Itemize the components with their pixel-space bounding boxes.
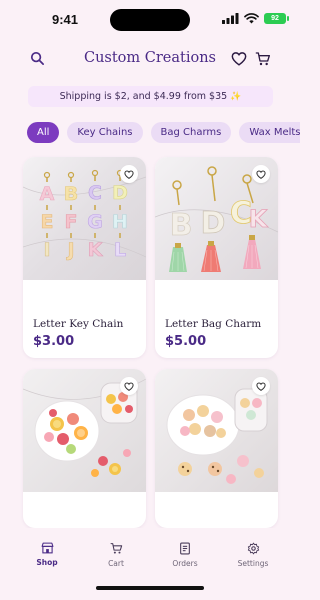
product-card[interactable] bbox=[23, 369, 146, 528]
svg-text:D: D bbox=[201, 206, 226, 241]
product-price: $3.00 bbox=[33, 334, 75, 349]
category-chips: All Key Chains Bag Charms Wax Melts bbox=[27, 122, 300, 143]
shop-icon bbox=[41, 542, 53, 554]
wifi-icon bbox=[244, 13, 259, 24]
svg-text:L: L bbox=[114, 239, 126, 261]
favorite-heart-icon[interactable] bbox=[252, 165, 270, 183]
tab-label: Orders bbox=[172, 559, 198, 568]
chip-all[interactable]: All bbox=[27, 122, 60, 143]
tab-label: Settings bbox=[237, 559, 269, 568]
svg-text:K: K bbox=[88, 239, 104, 261]
shipping-text: Shipping is $2, and $4.99 from $35 bbox=[59, 91, 228, 102]
orders-icon bbox=[180, 542, 190, 555]
signal-icon bbox=[222, 13, 239, 24]
chip-key-chains[interactable]: Key Chains bbox=[67, 122, 143, 143]
tab-label: Shop bbox=[36, 558, 58, 567]
svg-text:F: F bbox=[65, 211, 78, 233]
svg-text:J: J bbox=[65, 239, 74, 261]
svg-text:C: C bbox=[88, 182, 102, 204]
product-name: Letter Bag Charm bbox=[165, 318, 262, 330]
status-time: 9:41 bbox=[52, 12, 79, 27]
cart-icon[interactable] bbox=[255, 51, 271, 71]
svg-text:H: H bbox=[112, 211, 128, 233]
heart-icon[interactable] bbox=[231, 51, 247, 70]
svg-text:B: B bbox=[170, 208, 193, 243]
status-icons: 92 bbox=[222, 13, 289, 24]
tab-label: Cart bbox=[108, 559, 124, 568]
favorite-heart-icon[interactable] bbox=[120, 165, 138, 183]
dynamic-island bbox=[110, 9, 190, 31]
tab-shop[interactable]: Shop bbox=[17, 542, 77, 567]
home-indicator bbox=[96, 586, 204, 590]
tab-settings[interactable]: Settings bbox=[223, 542, 283, 568]
shipping-banner: Shipping is $2, and $4.99 from $35 ✨ bbox=[28, 86, 273, 107]
cart-icon bbox=[110, 543, 122, 554]
chip-wax-melts[interactable]: Wax Melts bbox=[239, 122, 300, 143]
svg-text:A: A bbox=[40, 183, 55, 205]
svg-text:I: I bbox=[43, 239, 50, 261]
product-price: $5.00 bbox=[165, 334, 207, 349]
svg-text:B: B bbox=[64, 183, 78, 205]
tab-orders[interactable]: Orders bbox=[155, 542, 215, 568]
product-name: Letter Key Chain bbox=[33, 318, 124, 330]
product-card[interactable] bbox=[155, 369, 278, 528]
svg-text:D: D bbox=[112, 182, 128, 204]
favorite-heart-icon[interactable] bbox=[252, 377, 270, 395]
status-bar: 9:41 92 bbox=[0, 0, 300, 40]
svg-text:G: G bbox=[87, 211, 103, 233]
favorite-heart-icon[interactable] bbox=[120, 377, 138, 395]
gear-icon bbox=[247, 542, 259, 555]
sparkle-icon: ✨ bbox=[230, 91, 242, 102]
app-header: Custom Creations bbox=[0, 44, 300, 76]
product-card[interactable]: A B C D E F G H I J K L Letter Key Chain… bbox=[23, 157, 146, 358]
svg-text:E: E bbox=[41, 211, 54, 233]
chip-bag-charms[interactable]: Bag Charms bbox=[150, 122, 232, 143]
tab-cart[interactable]: Cart bbox=[86, 542, 146, 568]
battery-icon: 92 bbox=[264, 13, 289, 24]
battery-level: 92 bbox=[271, 15, 279, 22]
svg-text:K: K bbox=[249, 205, 269, 233]
product-card[interactable]: B D C K Letter Bag Charm $5.00 bbox=[155, 157, 278, 358]
